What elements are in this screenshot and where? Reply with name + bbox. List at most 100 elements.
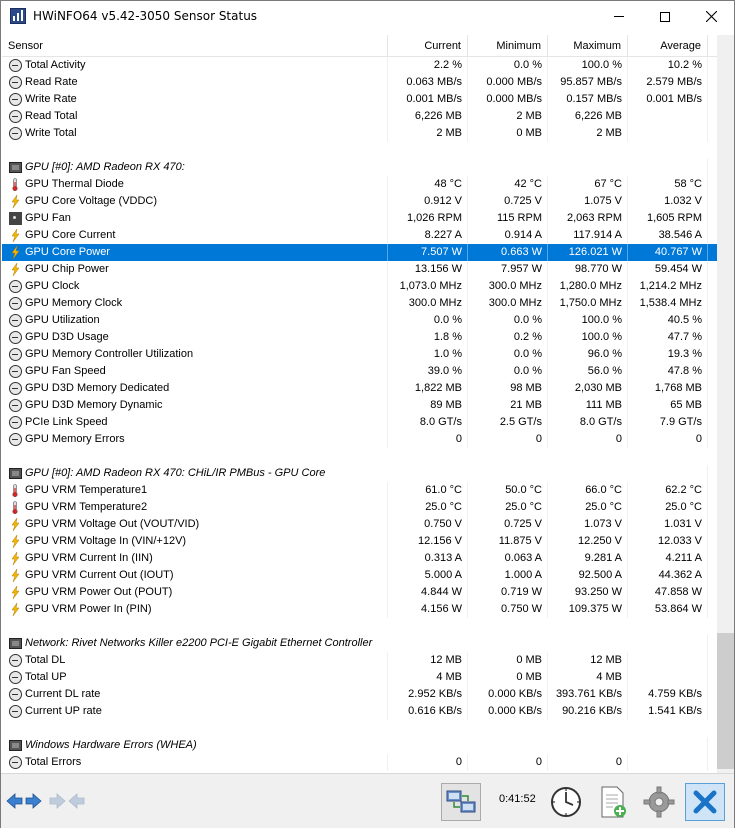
sensor-group-row[interactable]: GPU [#0]: AMD Radeon RX 470: CHiL/IR PMB… (2, 465, 717, 482)
sensor-name: GPU [#0]: AMD Radeon RX 470: (2, 159, 708, 176)
sensor-row[interactable]: Write Total 2 MB 0 MB 2 MB (2, 125, 717, 142)
current-value: 8.0 GT/s (388, 414, 468, 431)
sensor-row[interactable]: Current DL rate 2.952 KB/s 0.000 KB/s 393.7… (2, 686, 717, 703)
sensor-row[interactable]: GPU VRM Voltage Out (VOUT/VID) 0.750 V 0.7… (2, 516, 717, 533)
sensor-row[interactable]: Write Rate 0.001 MB/s 0.000 MB/s 0.157 MB/s… (2, 91, 717, 108)
sensor-row[interactable]: GPU Thermal Diode 48 °C 42 °C 67 °C 58 °C (2, 176, 717, 193)
column-header-current[interactable]: Current (388, 35, 468, 57)
current-value: 1,026 RPM (388, 210, 468, 227)
expand-collapse-button[interactable] (5, 789, 43, 813)
column-header-average[interactable]: Average (628, 35, 708, 57)
sensor-name: Total Activity (2, 57, 388, 74)
current-value: 39.0 % (388, 363, 468, 380)
title-bar[interactable]: HWiNFO64 v5.42-3050 Sensor Status (1, 1, 734, 32)
minimum-value: 0.000 MB/s (468, 91, 548, 108)
sensor-row[interactable]: GPU Core Current 8.227 A 0.914 A 117.914 A3… (2, 227, 717, 244)
average-value: 2.579 MB/s (628, 74, 708, 91)
maximum-value: 1.073 V (548, 516, 628, 533)
close-icon (705, 11, 717, 22)
column-header-minimum[interactable]: Minimum (468, 35, 548, 57)
sensor-row[interactable]: GPU Utilization 0.0 % 0.0 % 100.0 % 40.5 % (2, 312, 717, 329)
sensor-row[interactable]: GPU VRM Power Out (POUT) 4.844 W 0.719 W 93… (2, 584, 717, 601)
minimum-value: 0.725 V (468, 193, 548, 210)
minimum-value: 7.957 W (468, 261, 548, 278)
reset-timer-button[interactable] (546, 783, 586, 821)
log-report-button[interactable] (593, 783, 633, 821)
sensor-row[interactable]: Total DL 12 MB 0 MB 12 MB (2, 652, 717, 669)
column-header-maximum[interactable]: Maximum (548, 35, 628, 57)
network-button[interactable] (441, 783, 481, 821)
sensor-row[interactable]: GPU Chip Power 13.156 W 7.957 W 98.770 W 59.… (2, 261, 717, 278)
minimum-value: 98 MB (468, 380, 548, 397)
minimum-value: 0.914 A (468, 227, 548, 244)
sensor-row[interactable]: Total Errors 0 0 0 (2, 754, 717, 771)
settings-button[interactable] (639, 783, 679, 821)
average-value: 4.759 KB/s (628, 686, 708, 703)
average-value (628, 669, 708, 686)
current-value: 25.0 °C (388, 499, 468, 516)
sensor-row[interactable]: GPU Core Voltage (VDDC) 0.912 V 0.725 V 1.0… (2, 193, 717, 210)
sensor-row[interactable]: Read Total 6,226 MB 2 MB 6,226 MB (2, 108, 717, 125)
sensor-row[interactable]: GPU VRM Current Out (IOUT) 5.000 A 1.000 A… (2, 567, 717, 584)
sensor-group-row[interactable]: Network: Rivet Networks Killer e2200 PCI… (2, 635, 717, 652)
sensor-name: GPU [#0]: AMD Radeon RX 470: CHiL/IR PMB… (2, 465, 708, 482)
average-value: 1.541 KB/s (628, 703, 708, 720)
sensor-row[interactable]: GPU VRM Temperature1 61.0 °C 50.0 °C 66.0 °… (2, 482, 717, 499)
sensor-row[interactable]: PCIe Link Speed 8.0 GT/s 2.5 GT/s 8.0 GT/s 7… (2, 414, 717, 431)
sensor-row[interactable]: GPU Memory Controller Utilization 1.0 % 0.… (2, 346, 717, 363)
maximum-value: 2,063 RPM (548, 210, 628, 227)
maximize-button[interactable] (642, 1, 688, 32)
sensor-row[interactable]: GPU Fan 1,026 RPM 115 RPM 2,063 RPM 1,605 RP… (2, 210, 717, 227)
sensor-row[interactable]: GPU Memory Errors 0 0 0 0 (2, 431, 717, 448)
close-sensors-button[interactable] (685, 783, 725, 821)
maximize-icon (660, 11, 670, 22)
scrollbar-thumb[interactable] (717, 633, 734, 769)
sensor-row[interactable]: GPU D3D Memory Dynamic 89 MB 21 MB 111 MB 65… (2, 397, 717, 414)
sensor-row[interactable]: GPU VRM Temperature2 25.0 °C 25.0 °C 25.0 °… (2, 499, 717, 516)
average-value: 12.033 V (628, 533, 708, 550)
clock-icon (551, 787, 581, 817)
close-window-button[interactable] (688, 1, 734, 32)
sensor-row[interactable]: GPU D3D Usage 1.8 % 0.2 % 100.0 % 47.7 % (2, 329, 717, 346)
minimum-value: 0 (468, 754, 548, 771)
sensor-name: Total DL (2, 652, 388, 669)
average-value: 1.032 V (628, 193, 708, 210)
sensor-row[interactable]: Total Activity 2.2 % 0.0 % 100.0 % 10.2 % (2, 57, 717, 74)
sensor-row[interactable]: GPU Memory Clock 300.0 MHz 300.0 MHz 1,750.… (2, 295, 717, 312)
sensor-row[interactable]: GPU Clock 1,073.0 MHz 300.0 MHz 1,280.0 MHz… (2, 278, 717, 295)
sensor-name: GPU VRM Power Out (POUT) (2, 584, 388, 601)
sensor-table[interactable]: Sensor Current Minimum Maximum Average T… (2, 35, 717, 773)
current-value: 7.507 W (388, 244, 468, 261)
sensor-row[interactable]: GPU Core Power 7.507 W 0.663 W 126.021 W 40.… (2, 244, 717, 261)
expand-collapse-alt-button[interactable] (48, 789, 86, 813)
blank-row (2, 448, 717, 465)
sensor-name: GPU D3D Memory Dedicated (2, 380, 388, 397)
sensor-row[interactable]: Read Rate 0.063 MB/s 0.000 MB/s 95.857 MB/s… (2, 74, 717, 91)
maximum-value: 111 MB (548, 397, 628, 414)
sensor-row[interactable]: GPU D3D Memory Dedicated 1,822 MB 98 MB 2,0… (2, 380, 717, 397)
sensor-row[interactable]: GPU VRM Power In (PIN) 4.156 W 0.750 W 109.… (2, 601, 717, 618)
sensor-row[interactable]: GPU Fan Speed 39.0 % 0.0 % 56.0 % 47.8 % (2, 363, 717, 380)
minimum-value: 50.0 °C (468, 482, 548, 499)
table-header: Sensor Current Minimum Maximum Average (2, 35, 717, 57)
minimize-button[interactable] (596, 1, 642, 32)
sensor-name: Windows Hardware Errors (WHEA) (2, 737, 708, 754)
sensor-row[interactable]: GPU VRM Voltage In (VIN/+12V) 12.156 V 11.… (2, 533, 717, 550)
sensor-group-row[interactable]: Windows Hardware Errors (WHEA) (2, 737, 717, 754)
column-header-sensor[interactable]: Sensor (2, 35, 388, 57)
current-value: 1.0 % (388, 346, 468, 363)
current-value: 2 MB (388, 125, 468, 142)
sensor-group-row[interactable]: GPU [#0]: AMD Radeon RX 470: (2, 159, 717, 176)
minimum-value: 25.0 °C (468, 499, 548, 516)
minimum-value: 0.0 % (468, 363, 548, 380)
current-value: 0.313 A (388, 550, 468, 567)
maximum-value: 4 MB (548, 669, 628, 686)
average-value: 0 (628, 431, 708, 448)
maximum-value: 0 (548, 431, 628, 448)
sensor-row[interactable]: Current UP rate 0.616 KB/s 0.000 KB/s 90.21… (2, 703, 717, 720)
average-value: 40.767 W (628, 244, 708, 261)
maximum-value: 96.0 % (548, 346, 628, 363)
hwinfo-window: HWiNFO64 v5.42-3050 Sensor Status Sensor… (0, 0, 735, 828)
sensor-row[interactable]: Total UP 4 MB 0 MB 4 MB (2, 669, 717, 686)
sensor-row[interactable]: GPU VRM Current In (IIN) 0.313 A 0.063 A 9.… (2, 550, 717, 567)
